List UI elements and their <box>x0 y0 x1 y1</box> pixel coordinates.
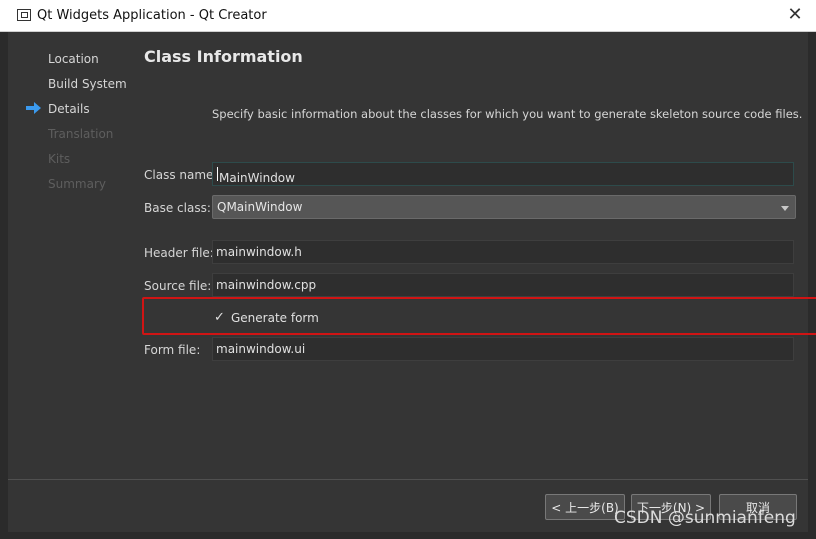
form-file-input[interactable]: mainwindow.ui <box>212 337 794 361</box>
right-arrow-icon <box>26 102 41 114</box>
title-bar: Qt Widgets Application - Qt Creator ✕ <box>0 0 816 32</box>
step-translation: Translation <box>48 127 114 141</box>
header-file-input[interactable]: mainwindow.h <box>212 240 794 264</box>
window-title: Qt Widgets Application - Qt Creator <box>37 8 267 23</box>
wizard-content: Location Build System Details Translatio… <box>8 32 816 532</box>
step-summary: Summary <box>48 177 106 191</box>
header-file-value: mainwindow.h <box>216 245 302 259</box>
back-button[interactable]: < 上一步(B) <box>545 494 625 520</box>
form-file-label: Form file: <box>144 343 201 357</box>
source-file-label: Source file: <box>144 279 212 293</box>
step-build-system: Build System <box>48 77 127 91</box>
text-caret <box>217 167 218 181</box>
annotation-highlight-box <box>142 297 816 335</box>
wizard-window: Qt Widgets Application - Qt Creator ✕ Lo… <box>0 0 816 539</box>
app-window-icon <box>17 9 31 21</box>
base-class-value: QMainWindow <box>217 200 303 214</box>
class-name-value: MainWindow <box>219 171 295 185</box>
step-kits: Kits <box>48 152 71 166</box>
source-file-value: mainwindow.cpp <box>216 278 317 292</box>
watermark-text: CSDN @sunmianfeng <box>614 508 796 528</box>
header-file-label: Header file: <box>144 246 214 260</box>
footer-divider <box>8 479 808 480</box>
form-file-value: mainwindow.ui <box>216 342 306 356</box>
chevron-down-icon <box>781 206 789 211</box>
base-class-label: Base class: <box>144 201 211 215</box>
base-class-combobox[interactable]: QMainWindow <box>212 195 796 219</box>
class-name-label: Class name: <box>144 168 218 182</box>
close-button[interactable]: ✕ <box>784 3 806 27</box>
source-file-input[interactable]: mainwindow.cpp <box>212 273 794 297</box>
page-title: Class Information <box>144 47 303 66</box>
step-location: Location <box>48 52 99 66</box>
page-description: Specify basic information about the clas… <box>212 107 803 121</box>
class-name-input[interactable]: MainWindow <box>212 162 794 186</box>
step-details: Details <box>48 102 90 116</box>
wizard-steps-sidebar: Location Build System Details Translatio… <box>8 32 136 479</box>
